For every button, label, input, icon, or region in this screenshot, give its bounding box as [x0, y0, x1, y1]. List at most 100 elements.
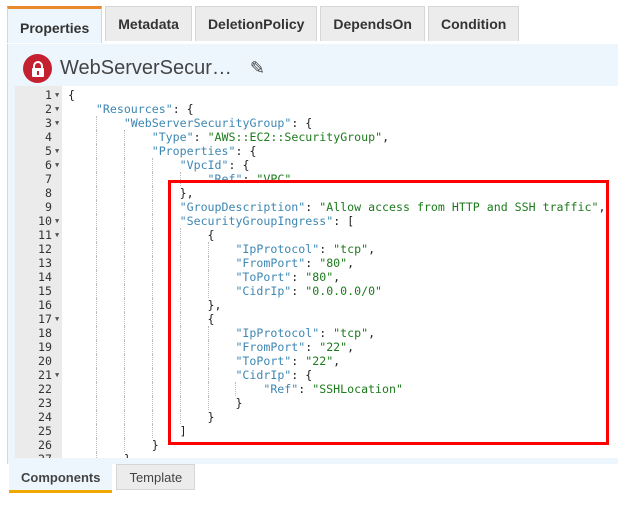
- fold-toggle-icon[interactable]: ▼: [55, 116, 59, 130]
- edit-pencil-icon[interactable]: ✎: [250, 58, 265, 79]
- line-number: 17: [38, 312, 52, 326]
- tab-properties[interactable]: Properties: [7, 6, 103, 43]
- indent-guide: [68, 452, 96, 458]
- fold-toggle-icon[interactable]: ▼: [55, 158, 59, 172]
- line-number: 21: [38, 368, 52, 382]
- tab-components[interactable]: Components: [9, 464, 113, 493]
- fold-toggle-icon[interactable]: ▼: [55, 214, 59, 228]
- tab-condition[interactable]: Condition: [427, 6, 520, 41]
- indent-guide: [123, 424, 152, 438]
- indent-guide: [95, 214, 124, 228]
- fold-toggle-icon[interactable]: ▼: [55, 102, 59, 116]
- indent-guide: [95, 172, 124, 186]
- indent-guide: [95, 452, 124, 458]
- fold-toggle-icon[interactable]: ▼: [55, 312, 59, 326]
- lock-icon: [23, 54, 52, 83]
- code-text: "Type": "AWS::EC2::SecurityGroup",: [68, 130, 389, 144]
- json-punct: :: [193, 130, 208, 144]
- indent-guide: [68, 186, 96, 200]
- code-line: 6 ▼ "VpcId": {: [15, 158, 618, 172]
- line-number: 1: [45, 88, 52, 102]
- indent-guide: [95, 382, 124, 396]
- json-key: "Type": [151, 130, 194, 144]
- indent-guide: [95, 270, 124, 284]
- indent-guide: [68, 158, 96, 172]
- indent-guide: [95, 326, 124, 340]
- indent-guide: [123, 186, 152, 200]
- indent-guide: [123, 382, 152, 396]
- indent-guide: [68, 396, 96, 410]
- line-number: 14: [38, 270, 52, 284]
- tab-metadata[interactable]: Metadata: [105, 6, 192, 41]
- code-text: "VpcId": {: [68, 158, 249, 172]
- indent-guide: [68, 144, 96, 158]
- indent-guide: [123, 214, 152, 228]
- indent-guide: [95, 158, 124, 172]
- resource-header: WebServerSecur… ✎: [23, 54, 265, 83]
- line-number: 7: [45, 172, 52, 186]
- indent-guide: [123, 326, 152, 340]
- line-number: 6: [45, 158, 52, 172]
- indent-guide: [123, 284, 152, 298]
- line-number: 16: [38, 298, 52, 312]
- indent-guide: [68, 340, 96, 354]
- indent-guide: [123, 354, 152, 368]
- indent-guide: [95, 340, 124, 354]
- json-key: "Resources": [95, 102, 173, 116]
- tab-depends-on[interactable]: DependsOn: [320, 6, 425, 41]
- line-number: 23: [38, 396, 52, 410]
- code-text: {: [68, 88, 75, 102]
- line-number: 9: [45, 200, 52, 214]
- indent-guide: [68, 284, 96, 298]
- json-punct: {: [68, 88, 75, 102]
- indent-guide: [95, 368, 124, 382]
- indent-guide: [68, 200, 96, 214]
- indent-guide: [123, 144, 152, 158]
- code-text: "Properties": {: [68, 144, 256, 158]
- indent-guide: [95, 396, 124, 410]
- resource-tabs: Properties Metadata DeletionPolicy Depen…: [7, 6, 520, 43]
- fold-toggle-icon[interactable]: ▼: [55, 88, 59, 102]
- indent-guide: [95, 200, 124, 214]
- indent-guide: [123, 298, 152, 312]
- indent-guide: [68, 116, 96, 130]
- indent-guide: [123, 158, 152, 172]
- indent-guide: [123, 228, 152, 242]
- indent-guide: [68, 130, 96, 144]
- indent-guide: [95, 284, 124, 298]
- indent-guide: [123, 438, 152, 452]
- highlight-box: [168, 180, 609, 445]
- line-number: 15: [38, 284, 52, 298]
- json-string: "AWS::EC2::SecurityGroup": [207, 130, 383, 144]
- tab-deletion-policy[interactable]: DeletionPolicy: [194, 6, 318, 41]
- json-punct: : {: [172, 102, 194, 116]
- indent-guide: [123, 368, 152, 382]
- indent-guide: [68, 256, 96, 270]
- line-number: 2: [45, 102, 52, 116]
- indent-guide: [95, 242, 124, 256]
- json-punct: ,: [382, 130, 390, 144]
- json-punct: }: [151, 438, 159, 452]
- indent-guide: [123, 410, 152, 424]
- indent-guide: [95, 298, 124, 312]
- tab-template[interactable]: Template: [116, 464, 196, 490]
- indent-guide: [151, 158, 180, 172]
- fold-toggle-icon[interactable]: ▼: [55, 144, 59, 158]
- code-text: "Resources": {: [68, 102, 194, 116]
- indent-guide: [95, 130, 124, 144]
- json-punct: : {: [228, 158, 250, 172]
- indent-guide: [95, 424, 124, 438]
- fold-toggle-icon[interactable]: ▼: [55, 368, 59, 382]
- json-punct: },: [124, 452, 138, 458]
- fold-toggle-icon[interactable]: ▼: [55, 228, 59, 242]
- indent-guide: [68, 438, 96, 452]
- indent-guide: [95, 410, 124, 424]
- code-line: 27},: [15, 452, 618, 458]
- indent-guide: [123, 396, 152, 410]
- json-key: "VpcId": [179, 158, 229, 172]
- code-text: }: [68, 438, 159, 452]
- indent-guide: [68, 410, 96, 424]
- line-number: 4: [45, 130, 52, 144]
- indent-guide: [95, 256, 124, 270]
- json-key: "Properties": [151, 144, 236, 158]
